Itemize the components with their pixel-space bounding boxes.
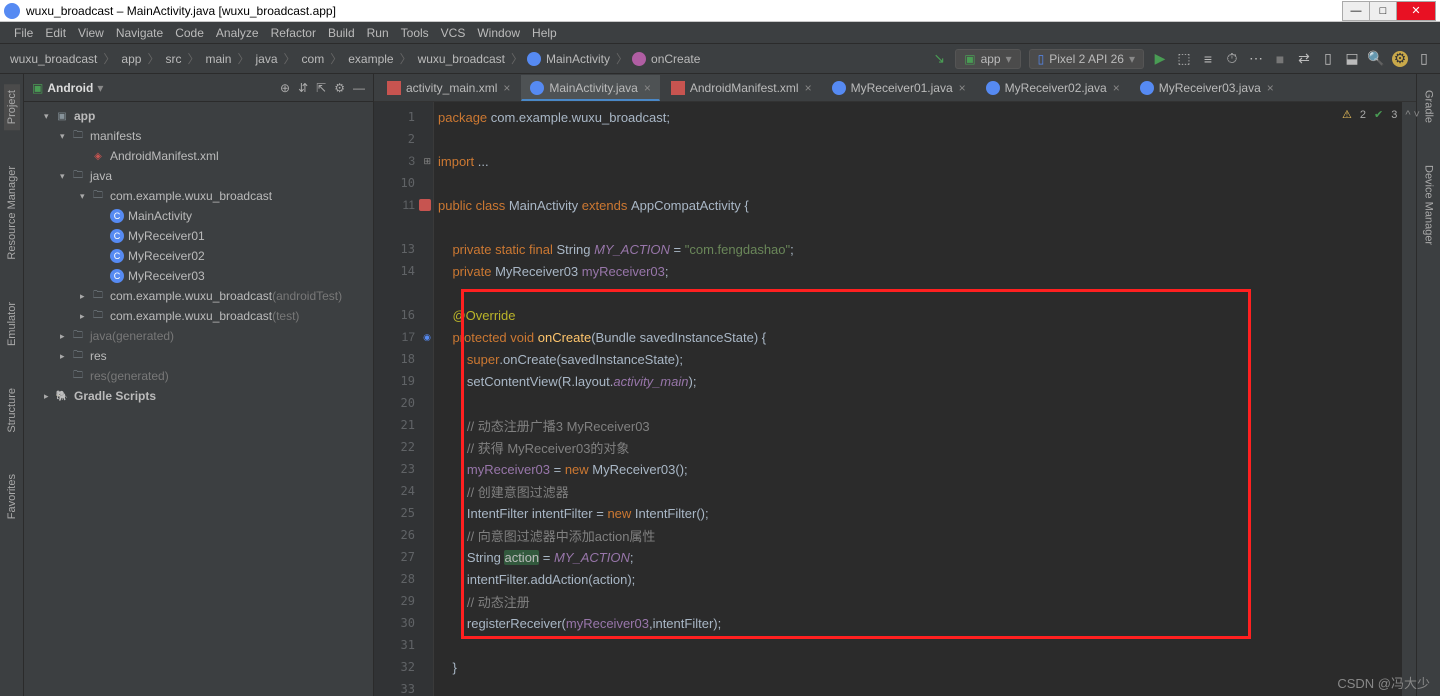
- device-selector[interactable]: ▯Pixel 2 API 26▾: [1029, 49, 1144, 69]
- tab-activity-main[interactable]: activity_main.xml×: [378, 75, 519, 101]
- navigation-bar: wuxu_broadcast〉 app〉 src〉 main〉 java〉 co…: [0, 44, 1440, 74]
- profile-icon[interactable]: ⏱: [1224, 51, 1240, 67]
- device-manager-tab[interactable]: Device Manager: [1421, 159, 1437, 251]
- tree-myreceiver02[interactable]: CMyReceiver02: [24, 246, 373, 266]
- project-view-label[interactable]: Android: [47, 81, 93, 95]
- project-panel-header: ▣ Android ▾ ⊕ ⇵ ⇱ ⚙ —: [24, 74, 373, 102]
- avd-icon[interactable]: ▯: [1320, 51, 1336, 67]
- emulator-tab[interactable]: Emulator: [4, 296, 20, 352]
- vcs-icon[interactable]: ⇄: [1296, 51, 1312, 67]
- tree-manifest-file[interactable]: ◈AndroidManifest.xml: [24, 146, 373, 166]
- tree-manifests[interactable]: ▾🗀manifests: [24, 126, 373, 146]
- sync-icon[interactable]: ↘: [931, 51, 947, 67]
- close-button[interactable]: ✕: [1396, 1, 1436, 21]
- menu-analyze[interactable]: Analyze: [210, 26, 265, 40]
- menu-code[interactable]: Code: [169, 26, 210, 40]
- tree-package[interactable]: ▾🗀com.example.wuxu_broadcast: [24, 186, 373, 206]
- resource-manager-tab[interactable]: Resource Manager: [4, 160, 20, 266]
- menu-refactor[interactable]: Refactor: [265, 26, 322, 40]
- tree-myreceiver03[interactable]: CMyReceiver03: [24, 266, 373, 286]
- select-opened-icon[interactable]: ⊕: [280, 81, 290, 95]
- project-tab[interactable]: Project: [4, 84, 20, 130]
- tree-mainactivity[interactable]: CMainActivity: [24, 206, 373, 226]
- minimize-button[interactable]: —: [1342, 1, 1370, 21]
- menu-file[interactable]: File: [8, 26, 39, 40]
- line-gutter: 1 2 3⊞ 10 11 13 14 16 17◉ 18 19 20 21 22…: [374, 102, 434, 696]
- inspection-widget[interactable]: ⚠2 ✔3 ^ ˅: [1342, 108, 1420, 121]
- expand-all-icon[interactable]: ⇵: [298, 81, 308, 95]
- menu-edit[interactable]: Edit: [39, 26, 72, 40]
- tree-res[interactable]: ▸🗀res: [24, 346, 373, 366]
- structure-tab[interactable]: Structure: [4, 382, 20, 439]
- window-title: wuxu_broadcast – MainActivity.java [wuxu…: [26, 4, 1343, 18]
- gradle-tab[interactable]: Gradle: [1421, 84, 1437, 129]
- attach-icon[interactable]: ⋯: [1248, 51, 1264, 67]
- left-tool-strip: Project Resource Manager Emulator Struct…: [0, 74, 24, 696]
- breadcrumbs[interactable]: wuxu_broadcast〉 app〉 src〉 main〉 java〉 co…: [8, 50, 702, 67]
- search-icon[interactable]: 🔍: [1368, 51, 1384, 67]
- maximize-button[interactable]: □: [1369, 1, 1397, 21]
- coverage-icon[interactable]: ≡: [1200, 51, 1216, 67]
- menu-view[interactable]: View: [72, 26, 110, 40]
- project-tree: ▾▣app ▾🗀manifests ◈AndroidManifest.xml ▾…: [24, 102, 373, 410]
- stop-button[interactable]: ■: [1272, 51, 1288, 67]
- warning-icon: ⚠: [1342, 108, 1352, 121]
- menu-run[interactable]: Run: [361, 26, 395, 40]
- sdk-icon[interactable]: ⬓: [1344, 51, 1360, 67]
- tab-myreceiver01[interactable]: MyReceiver01.java×: [823, 75, 975, 101]
- editor-tabs: activity_main.xml× MainActivity.java× An…: [374, 74, 1416, 102]
- tab-myreceiver02[interactable]: MyReceiver02.java×: [977, 75, 1129, 101]
- tree-java[interactable]: ▾🗀java: [24, 166, 373, 186]
- settings-icon[interactable]: ⚙: [1392, 51, 1408, 67]
- tab-androidmanifest[interactable]: AndroidManifest.xml×: [662, 75, 821, 101]
- tree-package-test[interactable]: ▸🗀com.example.wuxu_broadcast (test): [24, 306, 373, 326]
- settings-gear-icon[interactable]: ⚙: [334, 81, 345, 95]
- collapse-icon[interactable]: ⇱: [316, 81, 326, 95]
- menu-build[interactable]: Build: [322, 26, 361, 40]
- tree-gradle-scripts[interactable]: ▸🐘Gradle Scripts: [24, 386, 373, 406]
- debug-icon[interactable]: ⬚: [1176, 51, 1192, 67]
- menu-help[interactable]: Help: [526, 26, 563, 40]
- favorites-tab[interactable]: Favorites: [4, 468, 20, 525]
- gutter-run-icon[interactable]: [419, 199, 431, 211]
- tree-myreceiver01[interactable]: CMyReceiver01: [24, 226, 373, 246]
- menu-tools[interactable]: Tools: [395, 26, 435, 40]
- check-icon: ✔: [1374, 108, 1383, 121]
- app-icon: [4, 3, 20, 19]
- hide-icon[interactable]: —: [353, 81, 365, 95]
- editor-area: activity_main.xml× MainActivity.java× An…: [374, 74, 1416, 696]
- tree-app[interactable]: ▾▣app: [24, 106, 373, 126]
- menu-navigate[interactable]: Navigate: [110, 26, 169, 40]
- tree-res-generated[interactable]: 🗀res (generated): [24, 366, 373, 386]
- window-titlebar: wuxu_broadcast – MainActivity.java [wuxu…: [0, 0, 1440, 22]
- code-editor[interactable]: package com.example.wuxu_broadcast; impo…: [434, 102, 1402, 696]
- menu-bar: File Edit View Navigate Code Analyze Ref…: [0, 22, 1440, 44]
- watermark: CSDN @冯大少: [1337, 673, 1430, 692]
- editor-scrollbar[interactable]: [1402, 102, 1416, 696]
- run-config-selector[interactable]: ▣app▾: [955, 49, 1020, 69]
- tree-package-androidtest[interactable]: ▸🗀com.example.wuxu_broadcast (androidTes…: [24, 286, 373, 306]
- menu-vcs[interactable]: VCS: [435, 26, 472, 40]
- tab-mainactivity[interactable]: MainActivity.java×: [521, 75, 660, 101]
- right-tool-strip: Gradle Device Manager: [1416, 74, 1440, 696]
- project-panel: ▣ Android ▾ ⊕ ⇵ ⇱ ⚙ — ▾▣app ▾🗀manifests …: [24, 74, 374, 696]
- android-icon: ▣: [32, 81, 43, 95]
- tab-myreceiver03[interactable]: MyReceiver03.java×: [1131, 75, 1283, 101]
- run-button[interactable]: ▶: [1152, 51, 1168, 67]
- tree-java-generated[interactable]: ▸🗀java (generated): [24, 326, 373, 346]
- menu-window[interactable]: Window: [471, 26, 526, 40]
- user-icon[interactable]: ▯: [1416, 51, 1432, 67]
